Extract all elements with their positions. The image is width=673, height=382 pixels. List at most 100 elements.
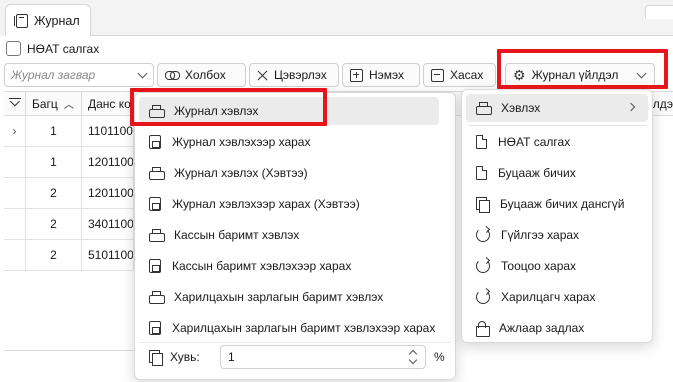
table-row[interactable]: › 1 11011001 xyxy=(4,116,134,147)
menu-item-label: Журнал хэвлэхээр харах (Хэвтээ) xyxy=(172,197,360,211)
menu-item-print-bank-expense[interactable]: Харилцахын зарлагын баримт хэвлэх xyxy=(139,283,439,311)
print-preview-icon xyxy=(149,197,161,211)
printer-icon xyxy=(476,102,492,115)
cell-group: 2 xyxy=(26,240,82,270)
copies-unit: % xyxy=(434,350,445,364)
add-button[interactable]: Нэмэх xyxy=(342,63,420,87)
cell-account: 12011001 xyxy=(82,178,134,208)
menu-item-label: Харилцагч харах xyxy=(501,290,596,304)
menu-item-label: Харилцахын зарлагын баримт хэвлэх xyxy=(174,290,384,304)
copies-icon xyxy=(149,349,163,366)
cell-group: 1 xyxy=(26,116,82,146)
cell-group: 2 xyxy=(26,178,82,208)
refresh-icon xyxy=(476,290,490,304)
menu-item-view-settlement[interactable]: Тооцоо харах xyxy=(466,252,648,280)
delete-button-label: Хасах xyxy=(450,68,484,82)
chevron-down-icon xyxy=(137,68,148,79)
row-expander[interactable]: › xyxy=(4,116,26,146)
journal-book-icon xyxy=(14,13,28,28)
add-button-label: Нэмэх xyxy=(369,68,405,82)
menu-item-preview-journal-landscape[interactable]: Журнал хэвлэхээр харах (Хэвтээ) xyxy=(139,190,439,218)
unlock-icon xyxy=(476,321,490,337)
menu-item-print-journal[interactable]: Журнал хэвлэх xyxy=(139,97,439,125)
cell-group: 1 xyxy=(26,147,82,177)
menu-item-preview-bank-expense[interactable]: Харилцахын зарлагын баримт хэвлэхээр хар… xyxy=(139,314,439,342)
menu-item-label: Журнал хэвлэхээр харах xyxy=(172,135,311,149)
vat-split-checkbox[interactable] xyxy=(6,41,21,56)
tab-strip: Журнал xyxy=(0,0,673,36)
menu-item-vat-split[interactable]: НӨАТ салгах xyxy=(466,128,648,156)
journal-template-combo[interactable]: Журнал загвар xyxy=(4,63,154,87)
tab-journal-label: Журнал xyxy=(34,13,80,28)
spin-arrows-icon[interactable] xyxy=(409,348,417,366)
link-button-label: Холбох xyxy=(185,68,226,82)
menu-item-split-by-job[interactable]: Ажлаар задлах xyxy=(466,314,648,342)
tab-journal[interactable]: Журнал xyxy=(5,4,91,36)
menu-item-print-cash-receipt[interactable]: Кассын баримт хэвлэх xyxy=(139,221,439,249)
table-row[interactable]: 2 12011001 xyxy=(4,178,134,209)
toolbar: Журнал загвар Холбох Цэвэрлэх Нэмэх Хаса… xyxy=(0,63,673,87)
link-icon xyxy=(165,71,180,80)
column-header-group-label: Багц xyxy=(32,96,58,111)
journal-template-placeholder: Журнал загвар xyxy=(11,68,96,82)
column-header-account-label: Данс код xyxy=(88,96,138,111)
grid-bottom-border xyxy=(4,350,134,351)
printer-icon xyxy=(149,105,165,118)
delete-button[interactable]: Хасах xyxy=(423,63,496,87)
menu-item-view-transactions[interactable]: Гүйлгээ харах xyxy=(466,221,648,249)
add-icon xyxy=(350,68,363,82)
document-icon xyxy=(476,166,487,180)
chevron-down-icon xyxy=(636,68,647,78)
clear-button[interactable]: Цэвэрлэх xyxy=(249,63,339,87)
row-expander xyxy=(4,178,26,208)
menu-item-label: Кассын баримт хэвлэх xyxy=(174,228,300,242)
journal-actions-label: Журнал үйлдэл xyxy=(531,68,619,82)
documents-icon xyxy=(476,197,490,213)
menu-item-label: Журнал хэвлэх (Хэвтээ) xyxy=(174,166,308,180)
close-icon xyxy=(257,70,268,81)
journal-actions-menu: Хэвлэх НӨАТ салгах Буцааж бичих Буцааж б… xyxy=(461,89,653,343)
copies-label: Хувь: xyxy=(170,349,200,364)
column-header-group[interactable]: Багц ︿ xyxy=(26,92,82,115)
menu-item-label: Тооцоо харах xyxy=(501,259,577,273)
printer-icon xyxy=(149,167,165,180)
menu-item-label: Буцааж бичих дансгүй xyxy=(500,197,625,211)
vat-split-label: НӨАТ салгах xyxy=(27,41,100,56)
menu-item-preview-cash-receipt[interactable]: Кассын баримт хэвлэхээр харах xyxy=(139,252,439,280)
table-row[interactable]: 1 12011001 xyxy=(4,147,134,178)
filter-icon xyxy=(8,97,21,110)
print-preview-icon xyxy=(149,259,161,273)
journal-actions-dropdown[interactable]: ⚙ Журнал үйлдэл xyxy=(505,63,655,87)
cell-account: 34011002 xyxy=(82,209,134,239)
menu-item-label: Журнал хэвлэх xyxy=(174,104,259,118)
print-submenu: Журнал хэвлэх Журнал хэвлэхээр харах Жур… xyxy=(134,92,456,380)
copies-stepper[interactable]: 1 xyxy=(220,345,426,369)
menu-item-view-customer[interactable]: Харилцагч харах xyxy=(466,283,648,311)
link-button[interactable]: Холбох xyxy=(157,63,246,87)
row-expander xyxy=(4,240,26,270)
print-preview-icon xyxy=(149,321,161,335)
grid-filter-cell[interactable] xyxy=(4,92,26,115)
print-preview-icon xyxy=(149,135,161,149)
refresh-icon xyxy=(476,259,490,273)
menu-item-print-journal-landscape[interactable]: Журнал хэвлэх (Хэвтээ) xyxy=(139,159,439,187)
printer-icon xyxy=(149,229,165,242)
menu-item-label: Ажлаар задлах xyxy=(499,321,585,335)
menu-item-preview-journal[interactable]: Журнал хэвлэхээр харах xyxy=(139,128,439,156)
table-row[interactable]: 2 34011002 xyxy=(4,209,134,240)
minus-icon xyxy=(431,68,444,82)
table-row[interactable]: 2 51011001 xyxy=(4,240,134,271)
menu-item-reverse-no-account[interactable]: Буцааж бичих дансгүй xyxy=(466,190,648,218)
menu-item-label: Гүйлгээ харах xyxy=(501,228,580,242)
vat-split-row[interactable]: НӨАТ салгах xyxy=(6,41,99,56)
clear-button-label: Цэвэрлэх xyxy=(274,68,327,82)
menu-item-print[interactable]: Хэвлэх xyxy=(466,94,648,122)
gear-icon: ⚙ xyxy=(513,67,526,83)
menu-item-reverse[interactable]: Буцааж бичих xyxy=(466,159,648,187)
column-header-account[interactable]: Данс код xyxy=(82,92,142,115)
copies-value: 1 xyxy=(228,350,235,364)
menu-separator xyxy=(468,125,646,126)
menu-item-label: Хэвлэх xyxy=(501,101,541,115)
document-icon xyxy=(476,135,487,149)
next-tab-edge[interactable] xyxy=(645,5,673,19)
